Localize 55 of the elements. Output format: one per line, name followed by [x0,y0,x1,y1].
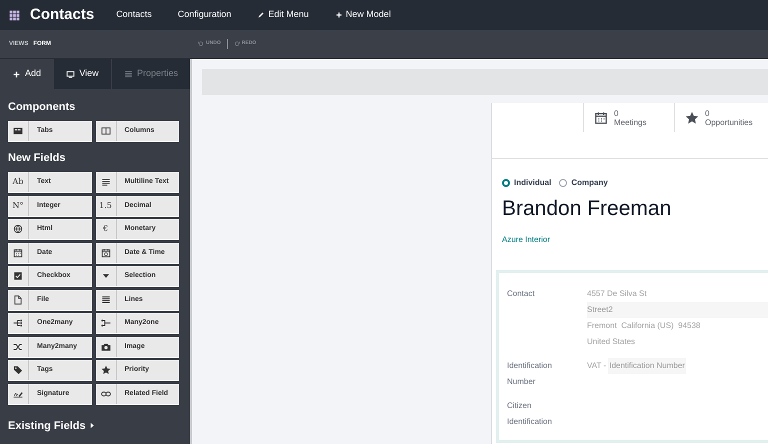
calendar-clock-icon [100,248,110,258]
menu-item[interactable]: Contacts [116,8,152,22]
section-title: New Fields [8,150,66,166]
star-icon [100,365,110,375]
file-icon [13,294,23,304]
field-value: VAT - [587,360,608,372]
list-icon [124,70,133,78]
field-label: Citizen Identification [506,400,553,428]
field-value: Fremont California (US) 94538 [587,320,700,332]
stat-button[interactable]: 0 Meetings [583,103,674,132]
field-label: Contact [506,288,536,300]
plus-icon [12,70,21,78]
field-value: United States [587,336,636,348]
glyph-icon: 1.5 [99,200,112,212]
checkbox-icon [13,271,23,281]
undo-icon [198,41,204,47]
app-title: Contacts [30,4,94,25]
glyph-icon: Ab [12,176,24,188]
calendar-icon [594,110,608,124]
calendar-icon [13,248,23,258]
star-icon [685,110,699,124]
radio-option[interactable]: Company [559,177,608,189]
menu-item[interactable]: New Model [334,8,391,22]
plus-icon [334,11,343,19]
link-icon [100,388,110,398]
camera-icon [100,342,110,352]
radio-option[interactable]: Individual [502,177,552,189]
list-icon [100,294,110,304]
radio-icon[interactable] [559,179,568,187]
menu-item[interactable]: Edit Menu [257,8,309,22]
caret-icon [88,422,96,430]
field-value: 4557 De Silva St [587,288,647,300]
contact-name: Brandon Freeman [502,196,672,222]
radio-icon[interactable] [502,179,510,187]
merge-icon [100,318,110,328]
stat-button[interactable]: 0 Opportunities [674,103,765,132]
shuffle-icon [13,342,23,352]
section-title: Components [8,100,76,115]
menu-item[interactable]: Configuration [178,8,232,22]
section-title[interactable]: Existing Fields [8,418,86,434]
field-label: Identification Number [506,360,553,388]
branch-icon [13,318,23,328]
company-link[interactable]: Azure Interior [502,234,768,246]
tag-icon [13,365,23,375]
redo-icon [234,41,240,47]
globe-icon [13,224,23,234]
paragraph-icon [100,177,110,187]
monitor-icon [66,70,76,78]
tabs-icon [13,126,23,136]
pencil-icon [257,11,266,19]
glyph-icon: € [102,223,108,235]
columns-icon [100,126,110,136]
sidebar-tab[interactable]: Add [0,59,53,89]
glyph-icon: N° [12,200,24,212]
grid-icon [9,10,20,20]
